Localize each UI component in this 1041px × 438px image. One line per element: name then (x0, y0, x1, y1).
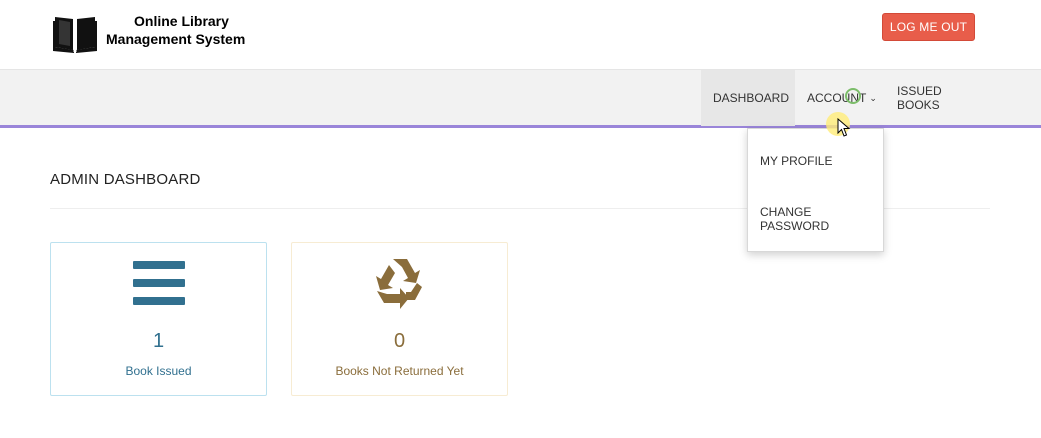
menu-item-my-profile[interactable]: MY PROFILE (748, 143, 883, 179)
books-issued-count: 1 (152, 330, 165, 352)
brand-title: Online Library Management System (106, 12, 256, 48)
brand-line-1: Online Library (134, 13, 229, 29)
mouse-pointer-icon (837, 118, 851, 137)
nav-dashboard-label: DASHBOARD (713, 91, 790, 105)
bars-icon (132, 261, 185, 305)
menu-item-change-password[interactable]: CHANGE PASSWORD (748, 201, 883, 237)
nav-issued-books-label: ISSUED BOOKS (897, 84, 942, 112)
open-book-icon (53, 17, 97, 53)
nav-issued-books[interactable]: ISSUED BOOKS (885, 70, 995, 126)
brand-line-2: Management System (106, 31, 246, 47)
site-header: Online Library Management System LOG ME … (0, 0, 1041, 69)
nav-dashboard[interactable]: DASHBOARD (701, 70, 795, 126)
books-not-returned-card: 0 Books Not Returned Yet (291, 242, 508, 396)
books-not-returned-count: 0 (393, 330, 406, 352)
account-dropdown-menu: MY PROFILE CHANGE PASSWORD (747, 128, 884, 252)
books-issued-label: Book Issued (125, 364, 192, 378)
recycle-icon (375, 259, 422, 309)
page-title: ADMIN DASHBOARD (50, 171, 201, 188)
main-nav: DASHBOARD ACCOUNT ⌄ ISSUED BOOKS (0, 69, 1041, 128)
logout-button[interactable]: LOG ME OUT (882, 13, 975, 41)
chevron-down-icon: ⌄ (869, 92, 877, 103)
books-issued-card: 1 Book Issued (50, 242, 267, 396)
click-ring-indicator (845, 88, 861, 104)
books-not-returned-label: Books Not Returned Yet (335, 364, 464, 378)
